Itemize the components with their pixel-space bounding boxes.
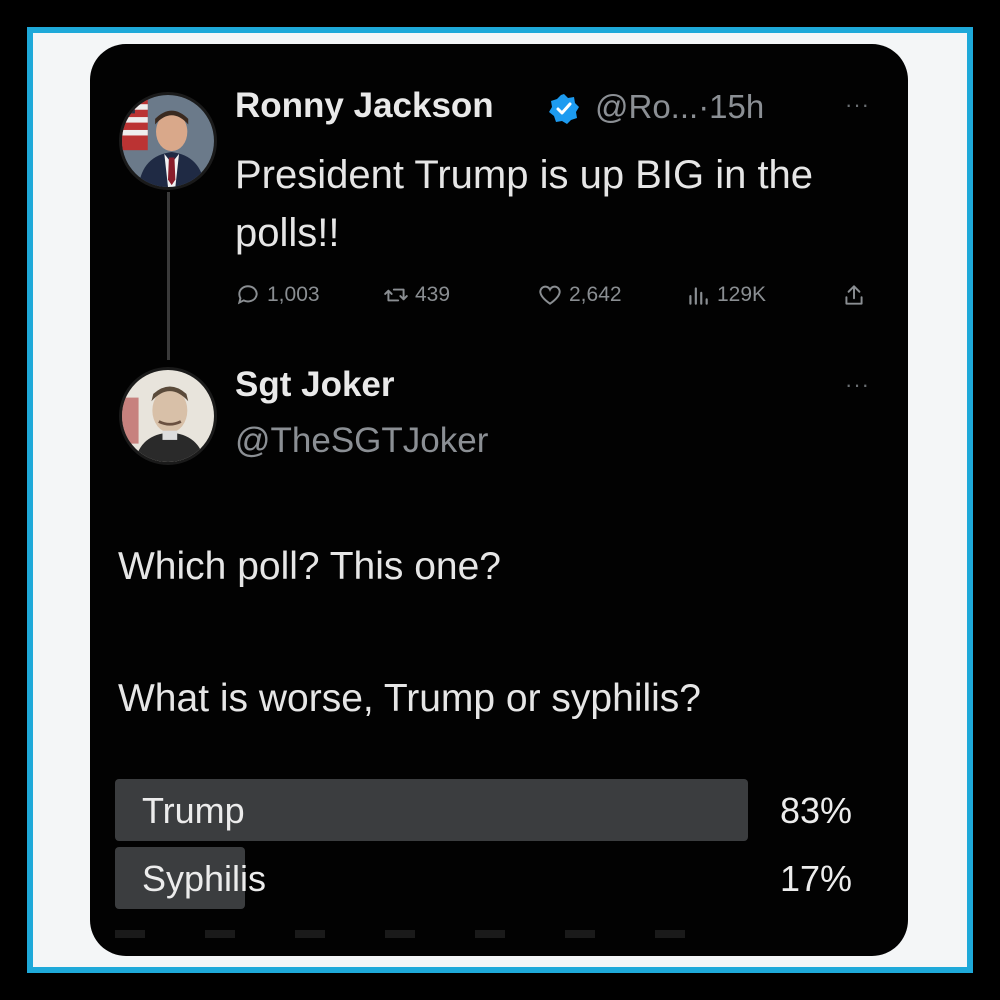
reply-count: 1,003	[267, 283, 320, 306]
reply-icon	[237, 285, 258, 305]
poll-option-percent: 83%	[779, 790, 852, 831]
retweet-icon	[384, 288, 408, 302]
poll-option-percent: 17%	[779, 858, 852, 899]
poll-option-label: Syphilis	[142, 858, 267, 899]
thread-connector-line	[167, 192, 170, 360]
like-count: 2,642	[569, 283, 622, 306]
views-count: 129K	[717, 283, 767, 306]
poll-option-label: Trump	[142, 790, 245, 831]
more-options-icon[interactable]: ···	[845, 92, 870, 118]
tweet1-author-name[interactable]: Ronny Jackson	[235, 86, 494, 126]
tweet2-author-name[interactable]: Sgt Joker	[235, 365, 395, 405]
tweet2-text-line1: Which poll? This one?	[118, 545, 501, 588]
views-button[interactable]: 129K	[685, 282, 766, 308]
poll-option-trump[interactable]: Trump 83%	[115, 779, 860, 841]
tweet1-action-bar: 1,003 439 2,642 129K	[235, 282, 875, 316]
avatar-ronny-jackson[interactable]	[119, 92, 217, 190]
heart-icon	[539, 285, 561, 305]
more-options-icon[interactable]: ···	[845, 372, 870, 398]
tweet1-text: President Trump is up BIG in the polls!!	[235, 153, 814, 255]
tweet2-handle[interactable]: @TheSGTJoker	[235, 421, 488, 461]
share-button[interactable]	[841, 282, 867, 308]
tweet1-handle-time[interactable]: @Ro...·15h	[595, 88, 764, 126]
tweet2-text-line2: What is worse, Trump or syphilis?	[118, 677, 702, 720]
cropped-row-remnant	[115, 930, 735, 938]
verified-badge-icon	[548, 93, 580, 125]
reply-button[interactable]: 1,003	[235, 282, 320, 308]
retweet-count: 439	[415, 283, 451, 306]
like-button[interactable]: 2,642	[537, 282, 622, 308]
poll-option-syphilis[interactable]: Syphilis 17%	[115, 847, 860, 909]
share-icon	[845, 285, 863, 305]
avatar-sgt-joker[interactable]	[119, 367, 217, 465]
retweet-button[interactable]: 439	[383, 282, 450, 308]
views-icon	[689, 287, 708, 305]
